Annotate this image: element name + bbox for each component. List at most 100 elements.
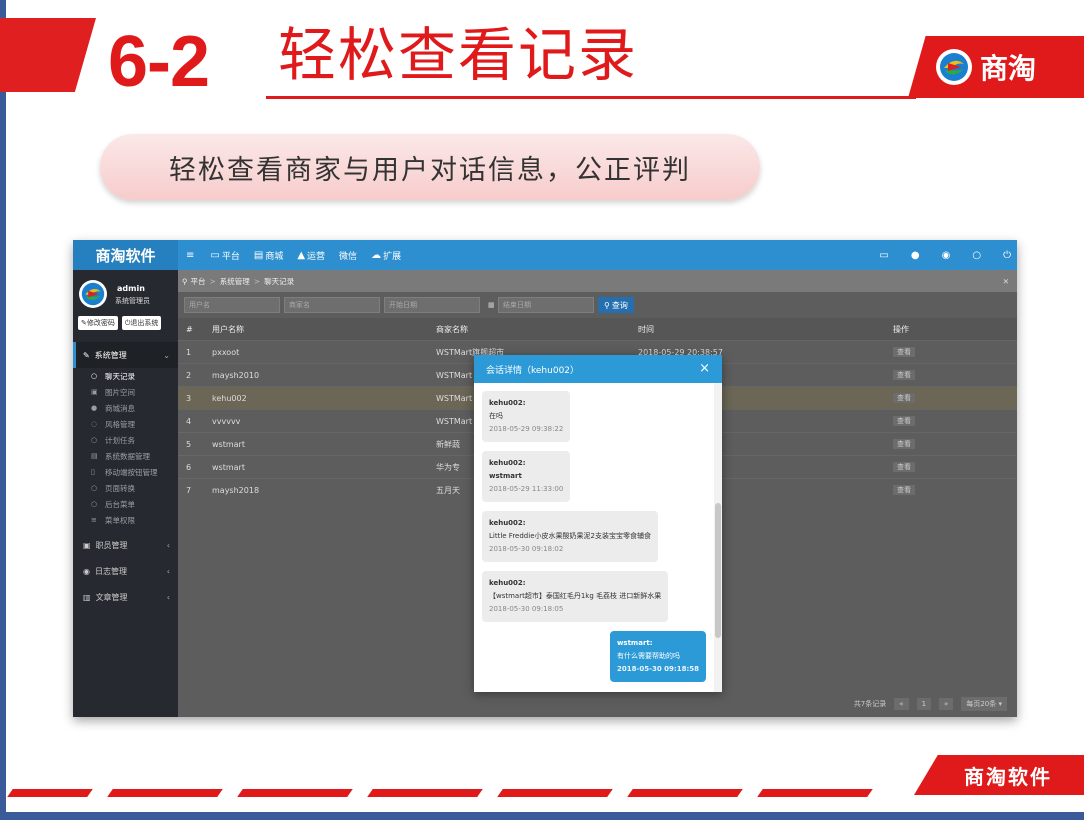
view-button[interactable]: 查看 (893, 462, 915, 472)
sidebar-sub-page-convert[interactable]: ○ 页面转换 (73, 480, 178, 496)
row-user: wstmart (212, 439, 245, 449)
search-button[interactable]: ⚲ 查询 (598, 297, 634, 313)
col-user: 用户名称 (212, 324, 244, 334)
user-name: admin (117, 284, 145, 293)
scrollbar-thumb[interactable] (715, 503, 721, 638)
nav-platform-label: 平台 (221, 251, 240, 262)
change-password-button[interactable]: ✎修改密码 (78, 316, 118, 330)
end-date-input[interactable]: 结束日期 (498, 297, 594, 313)
chevron-down-icon: ⌄ (163, 350, 170, 360)
nav-wechat-label: 微信 (339, 251, 358, 262)
col-op: 操作 (893, 324, 909, 334)
chat-message: kehu002: 【wstmart超市】泰国红毛丹1kg 毛荔枝 进口新鲜水果 … (482, 571, 669, 622)
view-button[interactable]: 查看 (893, 370, 915, 380)
sidebar-sub-mobile-buttons[interactable]: ▯ 移动端按钮管理 (73, 464, 178, 480)
nav-extend-label: 扩展 (383, 251, 402, 262)
refresh-icon[interactable]: ○ (972, 250, 981, 261)
cart-icon: ▤ (253, 249, 264, 261)
col-time: 时间 (638, 324, 654, 334)
view-button[interactable]: 查看 (893, 439, 915, 449)
breadcrumb-separator: > (209, 276, 216, 286)
row-no: 4 (186, 416, 192, 426)
image-icon: ▣ (91, 388, 98, 396)
row-no: 5 (186, 439, 192, 449)
sidebar-sub-permissions[interactable]: ≡ 菜单权限 (73, 512, 178, 528)
breadcrumb-section[interactable]: 系统管理 (220, 276, 250, 287)
breadcrumb: ⚲ 平台 > 系统管理 > 聊天记录 ✕ (178, 270, 1017, 292)
logout-button[interactable]: ⏻退出系统 (121, 316, 162, 330)
sidebar-item-staff[interactable]: ▣ 职员管理 ‹ (73, 532, 178, 558)
message-sender: kehu002: (489, 459, 526, 467)
sidebar-item-logs[interactable]: ◉ 日志管理 ‹ (73, 558, 178, 584)
search-button-label: 查询 (611, 300, 628, 310)
sidebar-item-label: 文章管理 (95, 592, 128, 602)
sidebar-sub-label: 后台菜单 (105, 499, 135, 509)
sidebar-sub-chat-records[interactable]: ○ 聊天记录 (73, 368, 178, 384)
view-button[interactable]: 查看 (893, 416, 915, 426)
pager-prev[interactable]: « (894, 698, 909, 710)
nav-platform[interactable]: ▭ 平台 (210, 249, 239, 262)
close-icon[interactable]: × (699, 361, 710, 376)
pager-page[interactable]: 1 (916, 698, 932, 710)
sidebar-sub-label: 移动端按钮管理 (105, 467, 158, 477)
fullscreen-icon[interactable]: ✕ (1003, 277, 1009, 286)
nav-wechat[interactable]: 微信 (339, 249, 357, 262)
power-icon[interactable]: ⏻ (1003, 250, 1011, 261)
eye-icon[interactable]: ◉ (942, 250, 951, 261)
sidebar-sub-admin-menu[interactable]: ○ 后台菜单 (73, 496, 178, 512)
circle-icon: ○ (91, 436, 98, 444)
row-no: 7 (186, 485, 192, 495)
message-time: 2018-05-29 11:33:00 (489, 485, 564, 493)
chat-icon: ● (91, 404, 98, 412)
footer-dash (497, 789, 613, 797)
change-password-label: 修改密码 (86, 319, 115, 327)
slide-border-left (0, 0, 6, 820)
filter-bar: 用户名 商家名 开始日期 ▦ 结束日期 ⚲ 查询 (178, 292, 1017, 318)
sidebar-sub-mall-messages[interactable]: ● 商城消息 (73, 400, 178, 416)
row-user: kehu002 (212, 393, 247, 403)
sidebar-sub-style[interactable]: ◌ 风格管理 (73, 416, 178, 432)
view-button[interactable]: 查看 (893, 485, 915, 495)
modal-title: 会话详情（kehu002） (486, 365, 580, 376)
sidebar-item-system[interactable]: ✎ 系统管理 ⌄ (73, 342, 178, 368)
top-navbar: 商淘软件 ≡ ▭ 平台 ▤ 商城 ▲ 运营 微信 ☁ 扩展 ▭ ● ◉ ○ ⏻ (73, 240, 1017, 270)
view-button[interactable]: 查看 (893, 347, 915, 357)
breadcrumb-home[interactable]: 平台 (191, 276, 206, 287)
monitor-icon: ▭ (210, 249, 220, 261)
sidebar-item-articles[interactable]: ▥ 文章管理 ‹ (73, 584, 178, 610)
nav-menu-toggle[interactable]: ≡ (186, 250, 196, 261)
view-button[interactable]: 查看 (893, 393, 915, 403)
nav-mall[interactable]: ▤ 商城 (254, 249, 283, 262)
sidebar-menu: ✎ 系统管理 ⌄ ○ 聊天记录 ▣ 图片空间 ● 商城消息 ◌ 风格管理 ○ 计划任务 ▤ 系统… (73, 342, 178, 610)
nav-mall-label: 商城 (265, 251, 284, 262)
row-no: 2 (186, 370, 192, 380)
row-user: maysh2010 (212, 370, 260, 380)
sidebar: admin 系统管理员 ✎修改密码 ⏻退出系统 ✎ 系统管理 ⌄ ○ 聊天记录 ▣ 图片… (73, 270, 178, 717)
modal-scrollbar[interactable] (714, 383, 722, 692)
app-brand[interactable]: 商淘软件 (73, 240, 178, 270)
row-no: 3 (186, 393, 192, 403)
circle-icon: ○ (91, 500, 98, 508)
calendar-icon: ▦ (488, 301, 495, 309)
message-time: 2018-05-30 09:18:02 (489, 545, 564, 553)
chat-message: kehu002: Little Freddie小皮水果酸奶果泥2支装宝宝零食辅食… (482, 511, 658, 562)
monitor-icon[interactable]: ▭ (879, 250, 888, 261)
shop-name-input[interactable]: 商家名 (284, 297, 380, 313)
col-shop: 商家名称 (436, 324, 468, 334)
pagination: 共7条记录 « 1 » 每页20条 ▾ (846, 697, 1007, 711)
nav-operation[interactable]: ▲ 运营 (297, 249, 325, 262)
sidebar-sub-tasks[interactable]: ○ 计划任务 (73, 432, 178, 448)
sidebar-sub-image-space[interactable]: ▣ 图片空间 (73, 384, 178, 400)
pager-next[interactable]: » (939, 698, 954, 710)
modal-header: 会话详情（kehu002） × (474, 355, 722, 383)
location-icon[interactable]: ● (911, 250, 920, 261)
user-role: 系统管理员 (115, 297, 150, 305)
start-date-input[interactable]: 开始日期 (384, 297, 480, 313)
user-buttons: ✎修改密码 ⏻退出系统 (78, 316, 165, 330)
username-input[interactable]: 用户名 (184, 297, 280, 313)
sidebar-sub-label: 页面转换 (105, 483, 135, 493)
sidebar-sub-data[interactable]: ▤ 系统数据管理 (73, 448, 178, 464)
pager-per-page[interactable]: 每页20条 ▾ (961, 697, 1007, 711)
nav-extend[interactable]: ☁ 扩展 (371, 249, 401, 262)
sidebar-sub-label: 聊天记录 (105, 371, 135, 381)
